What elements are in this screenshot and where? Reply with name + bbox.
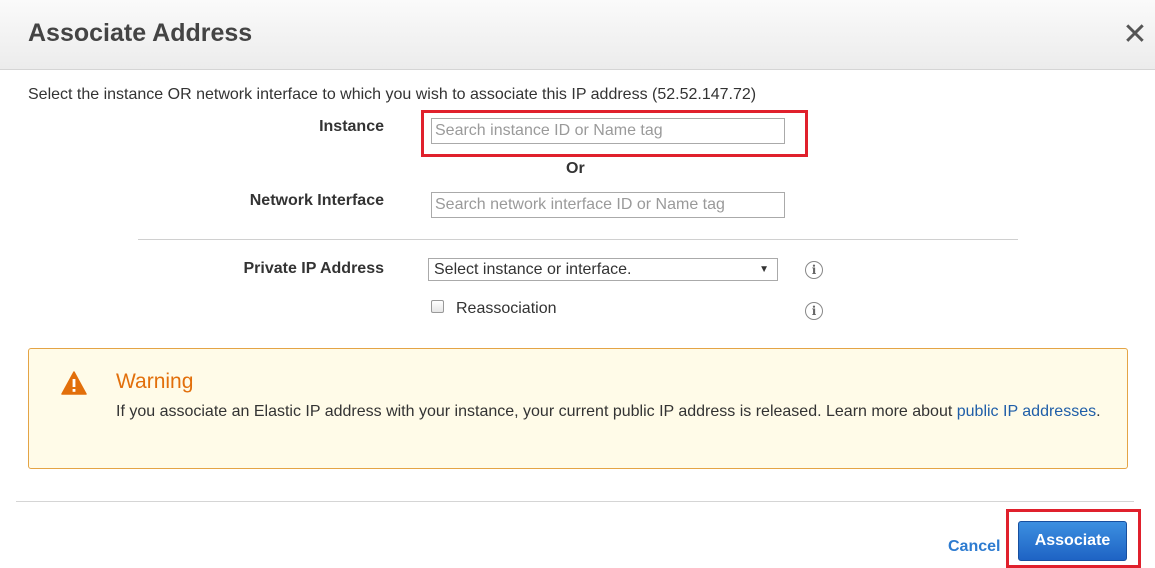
warning-triangle-icon: [61, 371, 87, 395]
instance-label: Instance: [319, 118, 384, 135]
network-interface-label: Network Interface: [249, 192, 384, 209]
public-ip-addresses-link[interactable]: public IP addresses: [957, 403, 1096, 420]
cancel-button[interactable]: Cancel: [948, 538, 1000, 556]
private-ip-label: Private IP Address: [243, 260, 384, 277]
reassociation-label: Reassociation: [456, 300, 557, 317]
dropdown-arrow-icon: ▼: [759, 264, 769, 275]
reassociation-info-icon[interactable]: i: [805, 302, 823, 320]
associate-button[interactable]: Associate: [1018, 521, 1127, 561]
warning-body: If you associate an Elastic IP address w…: [116, 399, 1106, 425]
footer-divider: [16, 501, 1134, 502]
warning-alert: Warning If you associate an Elastic IP a…: [28, 348, 1128, 469]
dialog-description: Select the instance OR network interface…: [28, 86, 757, 103]
dialog-title: Associate Address: [28, 19, 253, 47]
private-ip-select-value: Select instance or interface.: [434, 261, 632, 278]
private-ip-info-icon[interactable]: i: [805, 261, 823, 279]
or-separator-text: Or: [566, 160, 585, 177]
dialog-header: Associate Address ✕: [0, 0, 1155, 70]
warning-text: If you associate an Elastic IP address w…: [116, 403, 957, 420]
warning-suffix: .: [1096, 403, 1101, 420]
instance-search-input[interactable]: [431, 118, 785, 144]
network-interface-search-input[interactable]: [431, 192, 785, 218]
reassociation-checkbox[interactable]: [431, 300, 444, 313]
warning-title: Warning: [116, 370, 194, 393]
private-ip-select[interactable]: Select instance or interface. ▼: [428, 258, 778, 281]
form-divider: [138, 239, 1018, 240]
close-icon[interactable]: ✕: [1122, 20, 1148, 50]
